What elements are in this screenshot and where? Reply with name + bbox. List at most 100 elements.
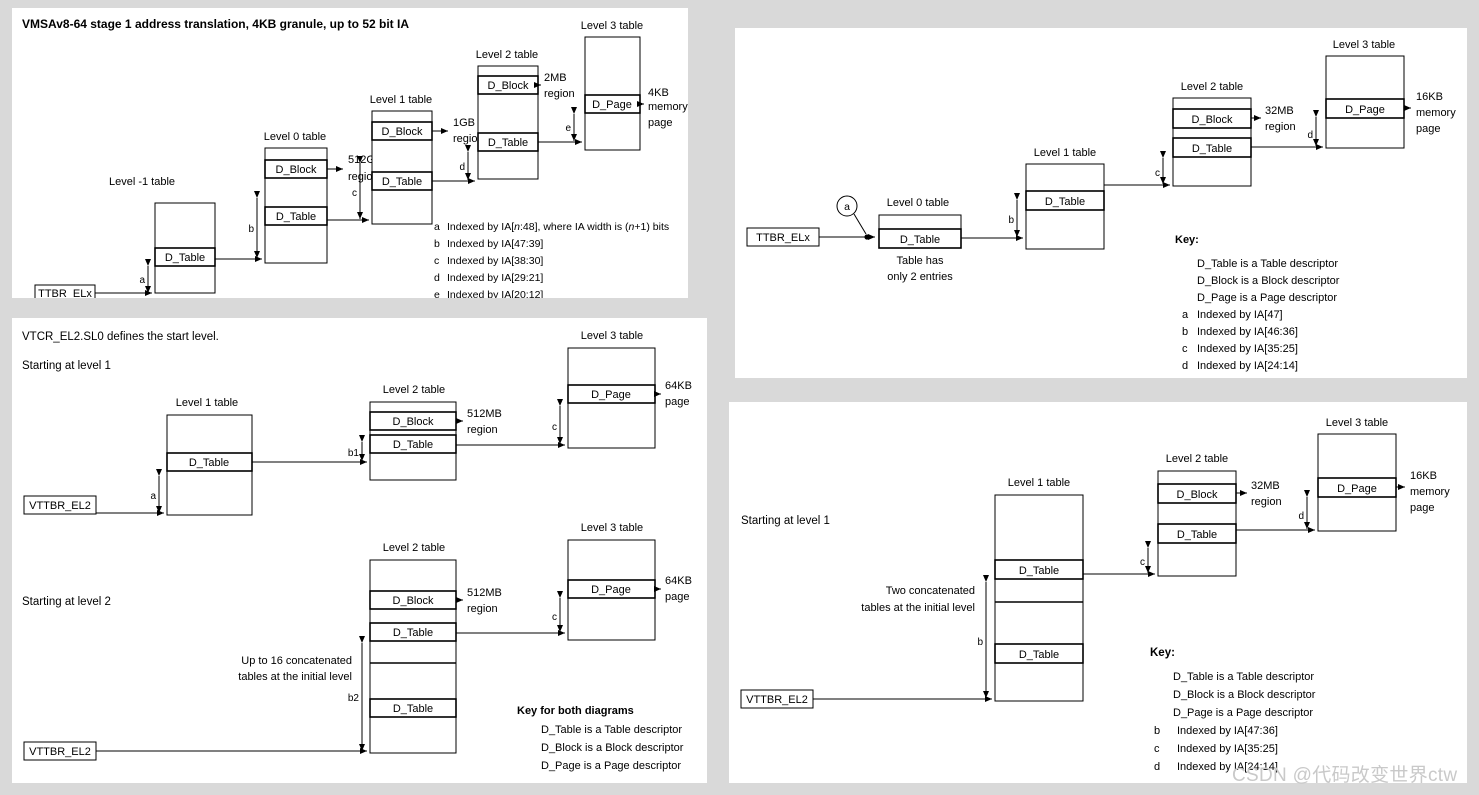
table-level-minus1: D_Table: [154, 202, 216, 294]
region-size: 512MB: [467, 587, 502, 599]
mark-b1-label: b1: [348, 448, 360, 459]
descriptor-d-block: D_Block: [276, 164, 317, 176]
page-kind-2: page: [1416, 123, 1440, 135]
descriptor-d-table-2: D_Table: [1019, 649, 1059, 661]
d2-table-level-3: D_Page: [567, 539, 656, 641]
key-index-b: Indexed by IA[46:36]: [1197, 326, 1298, 338]
key-descriptor-2: D_Page is a Page descriptor: [1173, 707, 1313, 719]
descriptor-d-page: D_Page: [592, 99, 632, 111]
descriptor-d-table: D_Table: [382, 176, 422, 188]
descriptor-d-block: D_Block: [382, 126, 423, 138]
region-4kb-page: 4KB memory page: [637, 87, 688, 129]
key-panel: Key: D_Table is a Table descriptor D_Blo…: [1150, 647, 1316, 773]
page-kind-1: memory: [1416, 107, 1456, 119]
panel-title: VTCR_EL2.SL0 defines the start level.: [22, 331, 219, 343]
index-mark-d: d: [1298, 490, 1310, 529]
descriptor-d-table: D_Table: [393, 439, 433, 451]
key-title: Key:: [1150, 647, 1175, 659]
d2-region-512mb: 512MB region: [456, 587, 502, 615]
diagram-stage1-16kb: TTBR_ELx a Level 0 table D_Table Table h…: [746, 39, 1456, 372]
table-level-2: D_Block D_Table: [477, 65, 539, 180]
d2-table-caption-level-3: Level 3 table: [581, 522, 643, 534]
page-size: 4KB: [648, 87, 669, 99]
index-mark-a: a: [139, 259, 151, 293]
register-ttbr-elx: TTBR_ELx: [34, 284, 152, 298]
region-32mb: 32MB region: [1236, 480, 1282, 508]
note-line-2: tables at the initial level: [861, 602, 975, 614]
region-size: 32MB: [1265, 105, 1294, 117]
legend-mark-d: d: [434, 272, 440, 284]
key-mark-d: d: [1154, 761, 1160, 773]
key-index-b: Indexed by IA[47:36]: [1177, 725, 1278, 737]
d1-index-mark-b1: b1: [348, 435, 365, 461]
table-level-0: D_Block D_Table: [264, 147, 328, 264]
register-label: VTTBR_EL2: [746, 694, 808, 706]
mark-d-label: d: [1307, 130, 1313, 141]
index-mark-c: c: [1155, 151, 1166, 184]
table-caption-level-1: Level 1 table: [1008, 477, 1070, 489]
descriptor-d-block: D_Block: [1177, 489, 1218, 501]
mark-d-label: d: [459, 162, 465, 173]
legend-text-d: Indexed by IA[29:21]: [447, 272, 543, 284]
d1-region-512mb: 512MB region: [456, 408, 502, 436]
legend-mark-a: a: [434, 221, 440, 233]
panel-stage2-16kb: Starting at level 1 VTTBR_EL2 Level 1 ta…: [729, 402, 1467, 783]
key-title: Key:: [1175, 234, 1199, 246]
mark-b-label: b: [1008, 215, 1014, 226]
table-caption-level-minus1: Level -1 table: [109, 176, 175, 188]
mark-c-label: c: [1155, 168, 1160, 179]
table-caption-level-1: Level 1 table: [1034, 147, 1096, 159]
descriptor-d-page: D_Page: [591, 584, 631, 596]
mark-c-label: c: [1140, 557, 1145, 568]
register-label: TTBR_ELx: [756, 232, 810, 244]
mark-b-label: b: [248, 224, 254, 235]
note-line-1: Two concatenated: [886, 585, 975, 597]
table-caption-level-0: Level 0 table: [264, 131, 326, 143]
index-mark-c: c: [1140, 541, 1151, 573]
region-size: 1GB: [453, 117, 475, 129]
d1-index-mark-a: a: [150, 469, 162, 513]
table-level-0: D_Table: [878, 214, 962, 249]
note-line-1: Table has: [896, 255, 944, 267]
legend-indexing: a Indexed by IA[n:48], where IA width is…: [434, 221, 669, 298]
table-level-3: D_Page: [1325, 55, 1405, 149]
legend-text-b: Indexed by IA[47:39]: [447, 238, 543, 250]
page-16kb: 16KB memory page: [1396, 470, 1450, 514]
descriptor-d-block: D_Block: [488, 80, 529, 92]
diagram-stage2-16kb: Starting at level 1 VTTBR_EL2 Level 1 ta…: [740, 417, 1450, 773]
mark-e-label: e: [565, 123, 571, 134]
index-mark-d: d: [1307, 110, 1319, 146]
mark-a-label: a: [150, 491, 156, 502]
sub-heading-level2: Starting at level 2: [22, 596, 111, 608]
legend-text-c: Indexed by IA[38:30]: [447, 255, 543, 267]
key-title: Key for both diagrams: [517, 705, 634, 717]
descriptor-d-table: D_Table: [189, 457, 229, 469]
d1-table-level-1: D_Table: [166, 414, 253, 516]
key-mark-b: b: [1182, 326, 1188, 338]
descriptor-d-page: D_Page: [1345, 104, 1385, 116]
region-2mb: 2MB region: [534, 72, 575, 100]
table-level-1: D_Table D_Table: [994, 494, 1084, 702]
d2-note-concatenated: Up to 16 concatenated tables at the init…: [238, 655, 352, 683]
diagram-stage2-64kb: VTCR_EL2.SL0 defines the start level. St…: [22, 330, 692, 772]
note-line-2: tables at the initial level: [238, 671, 352, 683]
index-mark-e: e: [565, 107, 577, 141]
page-kind-1: memory: [1410, 486, 1450, 498]
key-mark-d: d: [1182, 360, 1188, 372]
descriptor-d-table: D_Table: [1192, 143, 1232, 155]
page-16kb: 16KB memory page: [1404, 91, 1456, 135]
register-label: TTBR_ELx: [38, 288, 92, 298]
key-mark-c: c: [1182, 343, 1188, 355]
table-caption-level-2: Level 2 table: [476, 49, 538, 61]
key-mark-a: a: [1182, 309, 1189, 321]
key-mark-c: c: [1154, 743, 1160, 755]
table-level-3: D_Page: [1317, 433, 1397, 532]
region-kind: region: [467, 424, 498, 436]
descriptor-d-table: D_Table: [276, 211, 316, 223]
d1-table-level-2: D_Block D_Table: [369, 401, 457, 481]
mark-c-label: c: [552, 612, 557, 623]
descriptor-d-table-2: D_Table: [393, 703, 433, 715]
d2-register-vttbr-el2: VTTBR_EL2: [23, 741, 367, 761]
panel-stage2-64kb: VTCR_EL2.SL0 defines the start level. St…: [12, 318, 707, 783]
region-kind: region: [467, 603, 498, 615]
